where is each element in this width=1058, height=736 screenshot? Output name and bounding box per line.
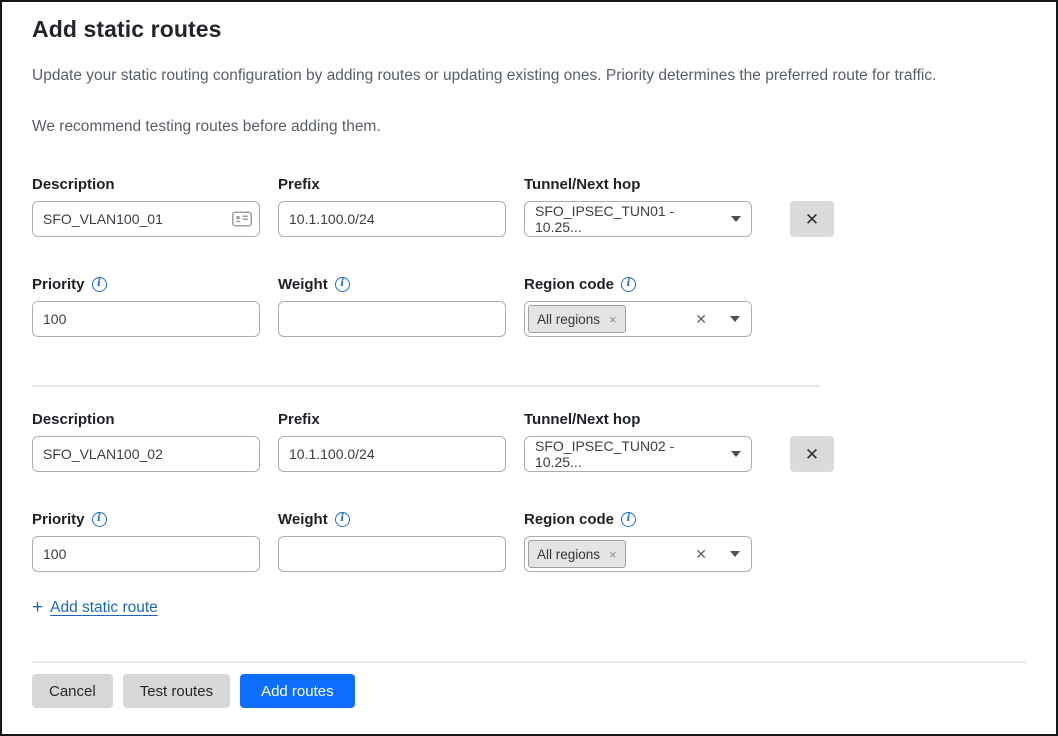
region-code-label: Region code i xyxy=(524,275,752,293)
footer-divider xyxy=(32,661,1026,663)
plus-icon: + xyxy=(32,598,43,617)
info-icon[interactable]: i xyxy=(92,277,107,292)
prefix-input[interactable] xyxy=(278,201,506,237)
priority-input[interactable] xyxy=(32,536,260,572)
weight-field-2: Weight i xyxy=(278,510,506,572)
tunnel-field-1: Tunnel/Next hop SFO_IPSEC_TUN01 - 10.25.… xyxy=(524,175,752,237)
description-input[interactable] xyxy=(32,201,260,237)
description-field-2: Description xyxy=(32,410,260,472)
tunnel-next-hop-select[interactable]: SFO_IPSEC_TUN01 - 10.25... xyxy=(524,201,752,237)
info-icon[interactable]: i xyxy=(335,512,350,527)
chip-remove-icon[interactable]: × xyxy=(609,548,617,561)
cancel-button[interactable]: Cancel xyxy=(32,674,113,708)
info-icon[interactable]: i xyxy=(621,277,636,292)
clear-icon[interactable]: ✕ xyxy=(695,547,707,561)
chevron-down-icon xyxy=(730,551,740,557)
chevron-down-icon xyxy=(730,316,740,322)
chip-remove-icon[interactable]: × xyxy=(609,313,617,326)
description-label: Description xyxy=(32,175,260,193)
route-entry-2: Description Prefix Tunnel/Next hop SFO_I… xyxy=(32,410,1026,572)
region-code-multiselect[interactable]: All regions × ✕ xyxy=(524,301,752,337)
region-chip-label: All regions xyxy=(537,547,600,562)
region-chip: All regions × xyxy=(528,540,626,568)
priority-label: Priority i xyxy=(32,510,260,528)
dialog-description: Update your static routing configuration… xyxy=(32,65,1026,86)
region-field-1: Region code i All regions × ✕ xyxy=(524,275,752,337)
dialog-recommendation: We recommend testing routes before addin… xyxy=(32,116,1026,137)
remove-route-button[interactable]: ✕ xyxy=(790,201,834,237)
weight-input[interactable] xyxy=(278,536,506,572)
tunnel-label: Tunnel/Next hop xyxy=(524,410,752,428)
info-icon[interactable]: i xyxy=(335,277,350,292)
add-static-routes-dialog: Add static routes Update your static rou… xyxy=(0,0,1058,736)
description-label: Description xyxy=(32,410,260,428)
weight-field-1: Weight i xyxy=(278,275,506,337)
add-static-route-link[interactable]: + Add static route xyxy=(32,598,158,617)
region-code-multiselect[interactable]: All regions × ✕ xyxy=(524,536,752,572)
priority-field-1: Priority i xyxy=(32,275,260,337)
close-icon: ✕ xyxy=(805,211,819,228)
tunnel-selected-value: SFO_IPSEC_TUN01 - 10.25... xyxy=(535,203,723,235)
region-chip-label: All regions xyxy=(537,312,600,327)
prefix-field-1: Prefix xyxy=(278,175,506,237)
region-code-label: Region code i xyxy=(524,510,752,528)
remove-route-button[interactable]: ✕ xyxy=(790,436,834,472)
chevron-down-icon xyxy=(731,216,741,222)
prefix-label: Prefix xyxy=(278,175,506,193)
add-static-route-link-label: Add static route xyxy=(50,599,158,617)
tunnel-label: Tunnel/Next hop xyxy=(524,175,752,193)
route-entry-1: Description xyxy=(32,175,1026,337)
priority-input[interactable] xyxy=(32,301,260,337)
add-routes-button[interactable]: Add routes xyxy=(240,674,355,708)
description-field-1: Description xyxy=(32,175,260,237)
region-field-2: Region code i All regions × ✕ xyxy=(524,510,752,572)
weight-label: Weight i xyxy=(278,510,506,528)
tunnel-field-2: Tunnel/Next hop SFO_IPSEC_TUN02 - 10.25.… xyxy=(524,410,752,472)
tunnel-next-hop-select[interactable]: SFO_IPSEC_TUN02 - 10.25... xyxy=(524,436,752,472)
clear-icon[interactable]: ✕ xyxy=(695,312,707,326)
test-routes-button[interactable]: Test routes xyxy=(123,674,230,708)
route-divider xyxy=(32,385,820,387)
weight-input[interactable] xyxy=(278,301,506,337)
info-icon[interactable]: i xyxy=(92,512,107,527)
priority-field-2: Priority i xyxy=(32,510,260,572)
prefix-label: Prefix xyxy=(278,410,506,428)
tunnel-selected-value: SFO_IPSEC_TUN02 - 10.25... xyxy=(535,438,723,470)
prefix-input[interactable] xyxy=(278,436,506,472)
contact-card-icon xyxy=(232,212,252,227)
description-input[interactable] xyxy=(32,436,260,472)
page-title: Add static routes xyxy=(32,16,1026,43)
close-icon: ✕ xyxy=(805,446,819,463)
prefix-field-2: Prefix xyxy=(278,410,506,472)
priority-label: Priority i xyxy=(32,275,260,293)
dialog-footer: Cancel Test routes Add routes xyxy=(32,661,1026,708)
weight-label: Weight i xyxy=(278,275,506,293)
chevron-down-icon xyxy=(731,451,741,457)
info-icon[interactable]: i xyxy=(621,512,636,527)
region-chip: All regions × xyxy=(528,305,626,333)
